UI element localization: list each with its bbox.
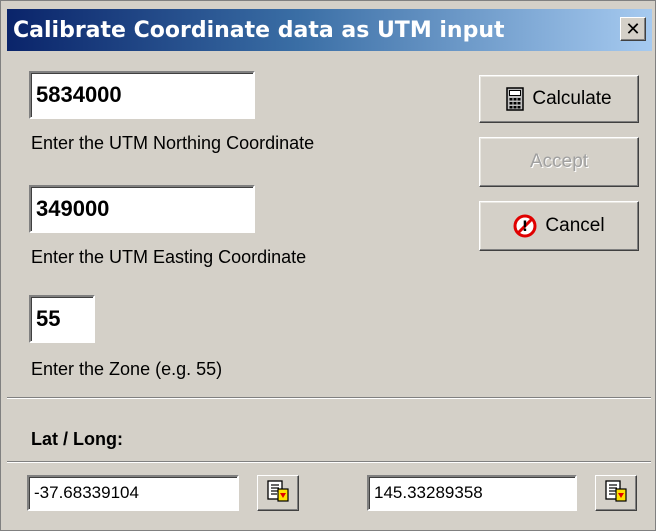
section-divider [7, 461, 651, 463]
calculate-button[interactable]: Calculate [479, 75, 639, 123]
window-title: Calibrate Coordinate data as UTM input [13, 17, 505, 43]
close-button[interactable]: ✕ [620, 17, 646, 41]
calculator-icon [506, 87, 525, 111]
stop-icon: ! [513, 214, 537, 238]
cancel-button[interactable]: ! Cancel [479, 201, 639, 251]
close-icon: ✕ [625, 18, 641, 40]
svg-text:!: ! [522, 219, 528, 235]
zone-input[interactable] [29, 295, 95, 343]
accept-label: Accept [529, 151, 589, 172]
zone-label: Enter the Zone (e.g. 55) [31, 359, 223, 379]
copy-to-clipboard-icon [266, 479, 290, 508]
title-bar[interactable]: Calibrate Coordinate data as UTM input ✕ [7, 9, 652, 51]
calibrate-dialog: Calibrate Coordinate data as UTM input ✕… [0, 0, 656, 531]
easting-input[interactable] [29, 185, 255, 233]
easting-label: Enter the UTM Easting Coordinate [31, 247, 307, 267]
latlong-heading: Lat / Long: [31, 429, 123, 449]
latitude-field[interactable] [27, 475, 239, 511]
northing-input[interactable] [29, 71, 255, 119]
calculate-label: Calculate [532, 88, 612, 109]
copy-to-clipboard-icon [604, 479, 628, 508]
accept-button[interactable]: Accept [479, 137, 639, 187]
section-divider [7, 397, 651, 399]
cancel-label: Cancel [545, 215, 605, 236]
longitude-field[interactable] [367, 475, 577, 511]
northing-label: Enter the UTM Northing Coordinate [31, 133, 315, 153]
copy-latitude-button[interactable] [257, 475, 299, 511]
copy-longitude-button[interactable] [595, 475, 637, 511]
